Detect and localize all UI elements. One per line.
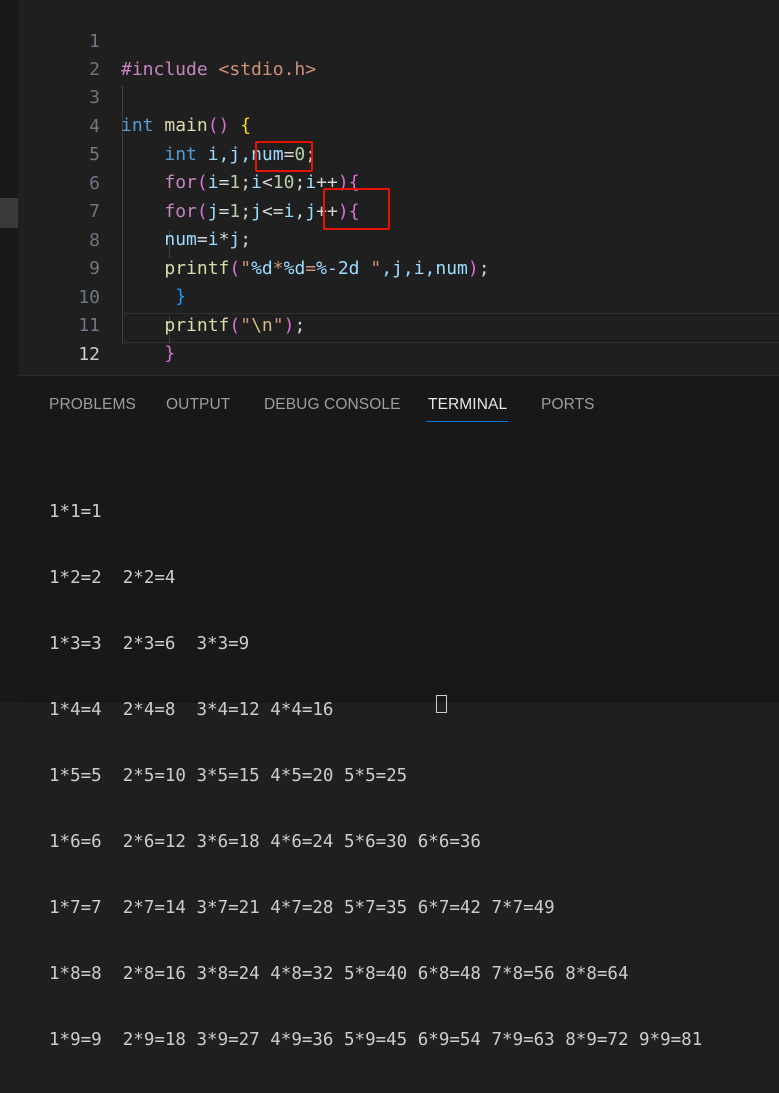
terminal-line: 1*2=2 2*2=4: [49, 568, 176, 588]
annotation-box-condition: [255, 141, 313, 172]
code-line[interactable]: 1 #include <stdio.h>: [18, 0, 779, 80]
code-line[interactable]: 9 }: [18, 227, 779, 307]
terminal-line: 1*4=4 2*4=8 3*4=12 4*4=16: [49, 700, 334, 720]
terminal-line: 1*6=6 2*6=12 3*6=18 4*6=24 5*6=30 6*6=36: [49, 832, 481, 852]
terminal-line: 1*8=8 2*8=16 3*8=24 4*8=32 5*8=40 6*8=48…: [49, 964, 629, 984]
tab-output[interactable]: OUTPUT: [166, 396, 230, 414]
tab-problems[interactable]: PROBLEMS: [49, 396, 136, 414]
code-line[interactable]: 4 int i,j,num=0;: [18, 85, 779, 165]
annotation-box-format: [323, 188, 390, 230]
panel-tab-bar: PROBLEMS OUTPUT DEBUG CONSOLE TERMINAL P…: [18, 376, 779, 434]
terminal-line: 1*7=7 2*7=14 3*7=21 4*7=28 5*7=35 6*7=42…: [49, 898, 555, 918]
code-line[interactable]: 3 int main() {: [18, 56, 779, 136]
code-line[interactable]: 11 }: [18, 284, 779, 364]
active-tab-indicator: [426, 421, 508, 422]
terminal-line: 1*3=3 2*3=6 3*3=9: [49, 634, 250, 654]
code-line[interactable]: 5 for(i=1;i<10;i++){: [18, 113, 779, 193]
code-line[interactable]: 10 printf("\n");: [18, 256, 779, 336]
code-line-active[interactable]: 12 return 0;: [18, 313, 779, 393]
terminal-line: 1*5=5 2*5=10 3*5=15 4*5=20 5*5=25: [49, 766, 408, 786]
code-editor[interactable]: 1 #include <stdio.h> 2 3 int main() { 4 …: [18, 0, 779, 421]
tab-terminal[interactable]: TERMINAL: [428, 396, 507, 414]
terminal-output[interactable]: 1*1=1 1*2=2 2*2=4 1*3=3 2*3=6 3*3=9 1*4=…: [49, 459, 702, 1093]
code-line[interactable]: 8 printf("%d*%d=%-2d ",j,i,num);: [18, 199, 779, 279]
code-line[interactable]: 13 }: [18, 341, 779, 421]
tab-ports[interactable]: PORTS: [541, 396, 595, 414]
terminal-line: 1*9=9 2*9=18 3*9=27 4*9=36 5*9=45 6*9=54…: [49, 1030, 703, 1050]
scroll-indicator: [0, 198, 18, 228]
code-line[interactable]: 6 for(j=1;j<=i,j++){: [18, 142, 779, 222]
terminal-line: 1*1=1: [49, 502, 102, 522]
bottom-panel: PROBLEMS OUTPUT DEBUG CONSOLE TERMINAL P…: [18, 375, 779, 1050]
tab-debug-console[interactable]: DEBUG CONSOLE: [264, 396, 401, 414]
code-line[interactable]: 7 num=i*j;: [18, 170, 779, 250]
terminal-cursor: [436, 695, 447, 713]
code-line[interactable]: 2: [18, 28, 779, 80]
activity-bar-edge: [0, 0, 18, 702]
